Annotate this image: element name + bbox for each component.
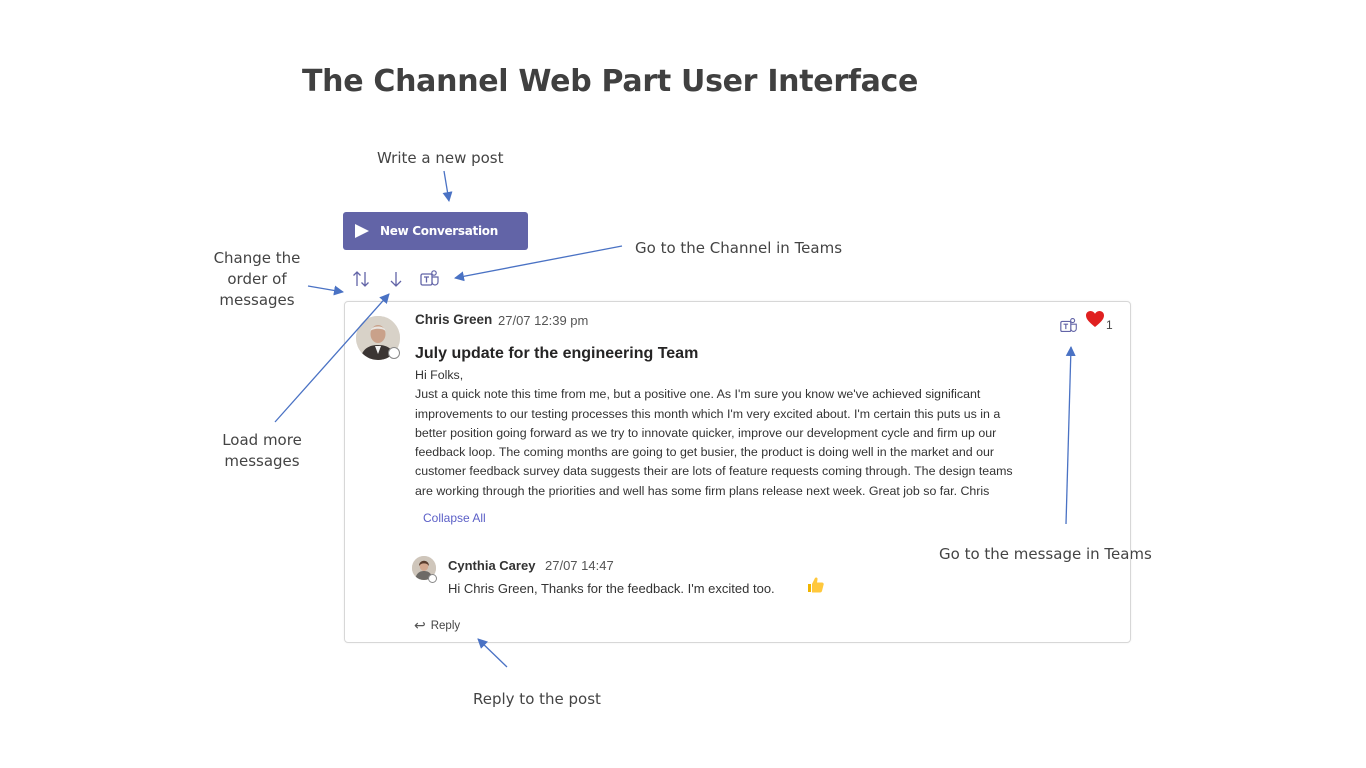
- callout-go-channel: Go to the Channel in Teams: [635, 239, 843, 257]
- presence-status-icon: [388, 347, 400, 359]
- post-body-line: improvements to our testing processes th…: [415, 406, 1001, 421]
- callout-change-order-line: messages: [219, 291, 295, 309]
- post-body: Hi Folks, Just a quick note this time fr…: [415, 366, 1115, 501]
- load-more-arrow-icon[interactable]: [385, 268, 407, 290]
- post-body-line: Hi Folks,: [415, 368, 464, 382]
- teams-channel-icon[interactable]: [419, 268, 441, 290]
- send-play-icon: [355, 224, 369, 238]
- post-body-line: better position going forward as we try …: [415, 425, 997, 440]
- callout-change-order: Change the order of messages: [205, 248, 309, 311]
- post-timestamp: 27/07 12:39 pm: [498, 313, 589, 328]
- arrow-write-post: [442, 170, 453, 202]
- reply-arrow-icon: ↩: [414, 617, 426, 633]
- post-body-line: Just a quick note this time from me, but…: [415, 387, 981, 402]
- callout-load-more: Load more messages: [212, 430, 312, 472]
- post-body-line: are working through the priorities and w…: [415, 483, 990, 498]
- post-title: July update for the engineering Team: [415, 345, 699, 362]
- post-author: Chris Green: [415, 312, 493, 327]
- page-title: The Channel Web Part User Interface: [302, 64, 919, 99]
- sort-order-icon[interactable]: [350, 268, 372, 290]
- callout-load-more-line: messages: [224, 452, 300, 470]
- callout-load-more-line: Load more: [222, 431, 302, 449]
- reaction-count: 1: [1106, 318, 1113, 332]
- reply-timestamp: 27/07 14:47: [545, 558, 614, 573]
- reply-label: Reply: [430, 619, 461, 632]
- post-body-line: customer feedback survey data suggests t…: [415, 464, 1013, 479]
- callout-change-order-line: order of: [227, 270, 287, 288]
- callout-change-order-line: Change the: [213, 249, 301, 267]
- arrow-change-order: [307, 285, 344, 296]
- collapse-all-link[interactable]: Collapse All: [423, 511, 486, 525]
- thumbs-up-icon: [806, 575, 826, 595]
- reply-presence-status-icon: [428, 574, 437, 583]
- reply-message: Hi Chris Green, Thanks for the feedback.…: [448, 581, 775, 596]
- reply-text: Hi Chris Green, Thanks for the feedback.…: [448, 581, 775, 596]
- callout-write-post: Write a new post: [377, 149, 504, 167]
- heart-icon[interactable]: [1085, 310, 1105, 328]
- new-conversation-button[interactable]: New Conversation: [343, 212, 528, 250]
- post-body-line: feedback loop. The coming months are goi…: [415, 445, 995, 460]
- new-conversation-label: New Conversation: [380, 224, 498, 238]
- reply-button[interactable]: ↩ Reply: [414, 617, 460, 634]
- teams-message-icon[interactable]: [1059, 316, 1079, 336]
- reply-author: Cynthia Carey: [448, 558, 536, 573]
- arrow-reply-post: [477, 638, 508, 668]
- callout-reply-post: Reply to the post: [473, 690, 601, 708]
- arrow-go-channel: [454, 245, 623, 282]
